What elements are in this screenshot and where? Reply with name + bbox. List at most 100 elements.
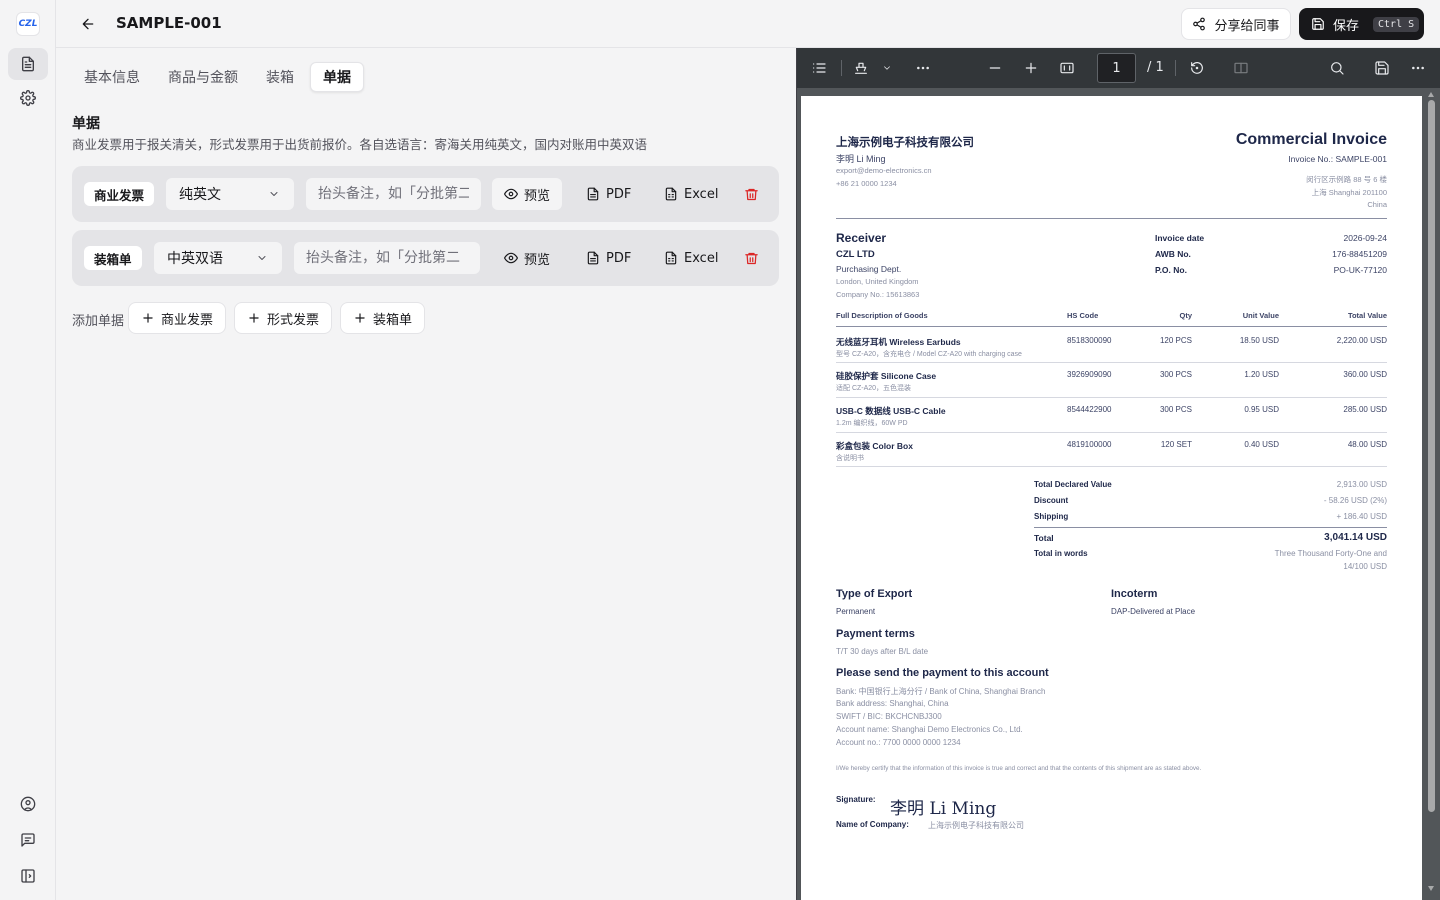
note-input[interactable] [294,242,480,274]
invoice-number: Invoice No.: SAMPLE-001 [1288,154,1387,164]
more-options-button[interactable] [1408,58,1428,78]
payment-terms-value: T/T 30 days after B/L date [836,647,929,656]
pdf-viewer: 1 / 1 上海示例电子科技有限公司 李明 Li Ming export@dem… [796,48,1440,900]
outline-button[interactable] [809,58,829,78]
receiver-company-no: Company No.: 15613863 [836,290,920,299]
save-shortcut: Ctrl S [1373,16,1420,32]
section-description: 商业发票用于报关清关，形式发票用于出货前报价。各自选语言：寄海关用纯英文，国内对… [72,137,648,152]
scroll-up-arrow[interactable] [1428,92,1434,97]
toggle-sidebar-button[interactable] [8,860,48,892]
pdf-button[interactable]: PDF [574,178,643,210]
scroll-down-arrow[interactable] [1428,886,1434,891]
item-hs-code: 4819100000 [1067,440,1112,449]
item-name: USB-C 数据线 USB-C Cable [836,406,946,416]
item-hs-code: 3926909090 [1067,370,1112,379]
more-tools-button[interactable] [913,58,933,78]
export-type-heading: Type of Export [836,588,913,600]
company-name-value: 上海示例电子科技有限公司 [928,821,1024,830]
document-type-badge: 装箱单 [84,246,142,270]
document-row-packing-list: 装箱单 中英双语 预览 PDF Excel [72,230,779,286]
pdf-label: PDF [606,186,632,202]
language-select-value: 中英双语 [167,251,223,267]
item-total-value: 48.00 USD [1347,440,1387,449]
download-button[interactable] [1372,58,1392,78]
add-commercial-invoice-button[interactable]: 商业发票 [128,302,227,334]
table-header-total: Total Value [1347,311,1387,320]
toolbar-divider [1175,60,1176,76]
receiver-dept: Purchasing Dept. [836,264,902,274]
list-icon [813,63,826,73]
documents-nav-button[interactable] [8,48,48,80]
seller-address-line: 上海 Shanghai 201100 [1311,188,1387,197]
table-header-hs: HS Code [1067,311,1099,320]
grand-total-label: Total [1034,533,1054,543]
bank-account-line: Account name: Shanghai Demo Electronics … [836,725,1023,734]
preview-button[interactable]: 预览 [492,242,562,274]
item-subtitle: 适配 CZ-A20，五色混装 [836,385,912,392]
grand-total-value: 3,041.14 USD [1324,532,1387,543]
preview-button[interactable]: 预览 [492,178,563,210]
zoom-in-button[interactable] [1021,58,1041,78]
file-text-icon [22,56,34,72]
delete-document-button[interactable] [741,184,761,204]
section-title: 单据 [72,116,100,132]
left-rail: CZL [0,0,56,900]
row-divider [836,432,1387,433]
pdf-scrollbar[interactable] [1425,92,1437,900]
delete-document-button[interactable] [741,248,761,268]
excel-button[interactable]: Excel [652,242,730,274]
page-total: / 1 [1147,60,1164,75]
highlight-button[interactable] [851,58,871,78]
tab-goods-amount[interactable]: 商品与金额 [156,62,250,92]
totals-label: Discount [1034,496,1069,505]
scrollbar-thumb[interactable] [1428,100,1435,812]
tab-basic-info[interactable]: 基本信息 [72,62,152,92]
language-select[interactable]: 纯英文 [166,178,294,210]
item-qty: 300 PCS [1159,370,1192,379]
fit-page-button[interactable] [1057,58,1077,78]
share-button[interactable]: 分享给同事 [1181,8,1291,40]
invoice-title: Commercial Invoice [1235,131,1387,148]
add-packing-list-button[interactable]: 装箱单 [340,302,426,334]
save-icon [1375,61,1389,75]
documents-panel: 基本信息 商品与金额 装箱 单据 单据 商业发票用于报关清关，形式发票用于出货前… [56,48,796,900]
zoom-out-button[interactable] [985,58,1005,78]
settings-nav-button[interactable] [8,82,48,114]
highlight-options-button[interactable] [877,58,897,78]
pdf-button[interactable]: PDF [574,242,643,274]
rotate-button[interactable] [1187,58,1207,78]
excel-button[interactable]: Excel [652,178,730,210]
eye-icon [504,252,518,264]
preview-label: 预览 [524,252,551,268]
account-nav-button[interactable] [8,788,48,820]
trash-icon [744,188,758,200]
save-icon [1312,18,1324,30]
chevron-down-icon [884,66,890,70]
total-in-words-line: Three Thousand Forty-One and [1274,549,1387,558]
language-select[interactable]: 中英双语 [154,242,282,274]
item-qty: 300 PCS [1159,405,1192,414]
signature-label: Signature: [836,795,876,804]
document-type-badge: 商业发票 [84,182,155,206]
add-button-label: 形式发票 [267,312,320,328]
save-button[interactable]: 保存 Ctrl S [1299,8,1424,40]
note-input[interactable] [306,178,481,210]
item-total-value: 2,220.00 USD [1336,336,1387,345]
pdf-toolbar: 1 / 1 [797,48,1440,88]
bank-account-line: Account no.: 7700 0000 0000 1234 [836,738,961,747]
app-logo[interactable]: CZL [16,12,40,36]
tab-documents[interactable]: 单据 [310,62,364,92]
page-number-input[interactable]: 1 [1097,53,1136,83]
total-in-words-label: Total in words [1034,549,1088,558]
fit-page-icon [1060,62,1074,74]
tab-packing[interactable]: 装箱 [254,62,306,92]
back-button[interactable] [76,12,100,36]
search-button[interactable] [1327,58,1347,78]
add-proforma-invoice-button[interactable]: 形式发票 [234,302,333,334]
seller-phone: +86 21 0000 1234 [836,179,897,188]
two-page-view-button[interactable] [1231,58,1251,78]
messages-nav-button[interactable] [8,824,48,856]
item-total-value: 360.00 USD [1343,370,1387,379]
receiver-location: London, United Kingdom [836,277,919,286]
table-header-qty: Qty [1179,311,1192,320]
